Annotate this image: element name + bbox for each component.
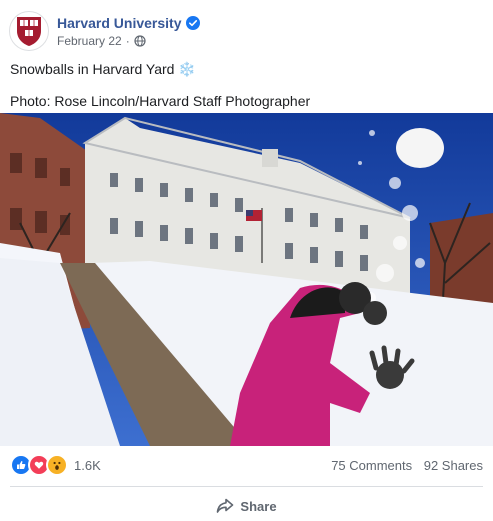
- globe-icon[interactable]: [134, 34, 146, 47]
- wow-reaction-icon: [46, 454, 68, 476]
- post-date-row: February 22 ·: [57, 34, 200, 48]
- share-button[interactable]: Share: [0, 494, 493, 518]
- page-name-link[interactable]: Harvard University: [57, 15, 182, 31]
- reactions-count[interactable]: 1.6K: [74, 458, 101, 473]
- caption-line-2: Photo: Rose Lincoln/Harvard Staff Photog…: [10, 93, 311, 109]
- post-header: Harvard University February 22 ·: [9, 9, 200, 53]
- verified-badge-icon: [185, 15, 200, 30]
- separator-dot: ·: [125, 33, 130, 48]
- facebook-post: Harvard University February 22 · Snowbal…: [0, 0, 493, 521]
- post-timestamp[interactable]: February 22: [57, 34, 122, 48]
- post-meta: Harvard University February 22 ·: [57, 15, 200, 48]
- comments-count-link[interactable]: 75 Comments: [331, 458, 412, 473]
- actions-divider: [10, 486, 483, 487]
- reactions-summary[interactable]: 1.6K: [10, 454, 101, 476]
- post-photo[interactable]: [0, 113, 493, 446]
- engagement-counts: 75 Comments 92 Shares: [323, 458, 483, 473]
- caption-title: Snowballs in Harvard Yard: [10, 61, 175, 77]
- caption-line-1: Snowballs in Harvard Yard ❄️: [10, 59, 310, 79]
- page-avatar[interactable]: [9, 11, 49, 51]
- post-stats-bar: 1.6K 75 Comments 92 Shares: [10, 452, 483, 478]
- share-arrow-icon: [217, 498, 234, 513]
- page-name-row: Harvard University: [57, 15, 200, 31]
- harvard-shield-icon: [17, 17, 41, 46]
- shares-count-link[interactable]: 92 Shares: [424, 458, 483, 473]
- snowflake-emoji-icon: ❄️: [178, 61, 196, 77]
- snowball-photo: [0, 113, 493, 446]
- share-button-label: Share: [240, 498, 277, 514]
